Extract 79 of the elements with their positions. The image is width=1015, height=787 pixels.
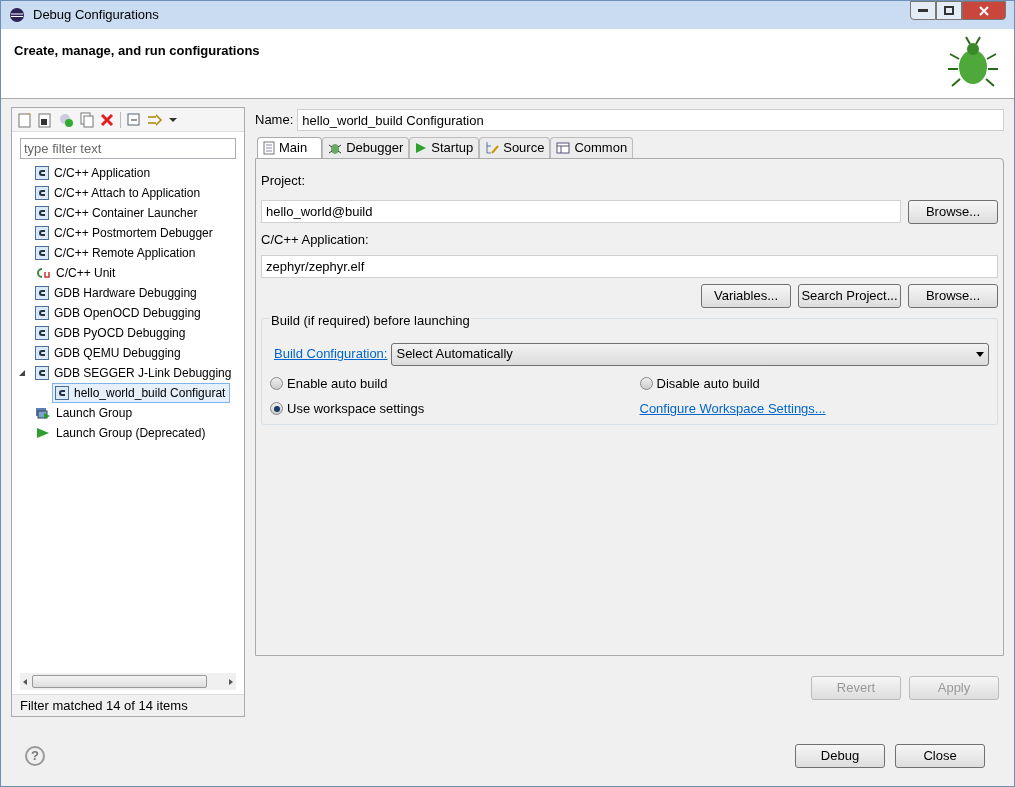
c-file-icon — [35, 306, 49, 320]
tree-item[interactable]: Launch Group — [32, 403, 138, 423]
minimize-button[interactable] — [910, 1, 936, 20]
radio-button[interactable] — [270, 376, 283, 390]
tree-item[interactable]: GDB SEGGER J-Link Debugging — [32, 363, 237, 383]
duplicate-icon[interactable] — [80, 111, 94, 128]
tree-item[interactable]: Launch Group (Deprecated) — [32, 423, 211, 443]
dialog-button[interactable]: Close — [895, 744, 985, 768]
collapse-all-icon[interactable] — [127, 112, 141, 127]
source-tree-icon — [485, 141, 500, 155]
configure-workspace-link[interactable]: Configure Workspace Settings... — [639, 401, 826, 416]
eclipse-logo-icon — [9, 7, 25, 23]
application-field[interactable]: zephyr/zephyr.elf — [261, 255, 998, 278]
c-file-icon — [55, 386, 69, 400]
radio-label: Disable auto build — [656, 374, 760, 393]
window-title: Debug Configurations — [33, 6, 159, 25]
c-file-icon — [35, 366, 49, 380]
maximize-icon — [944, 6, 954, 15]
radio-button[interactable] — [639, 376, 653, 390]
help-button[interactable]: ? — [25, 746, 45, 766]
project-label: Project: — [261, 172, 307, 190]
c-file-icon — [35, 286, 49, 300]
maximize-button[interactable] — [936, 1, 962, 20]
unit-test-icon — [35, 266, 51, 280]
tree-item[interactable]: C/C++ Unit — [32, 263, 121, 283]
tree-item[interactable]: GDB Hardware Debugging — [32, 283, 202, 303]
tree-item[interactable]: C/C++ Postmortem Debugger — [32, 223, 218, 243]
launch-group-icon — [35, 406, 51, 420]
delete-icon[interactable] — [100, 112, 114, 127]
action-button[interactable]: Variables... — [701, 284, 791, 308]
filter-icon[interactable] — [147, 112, 163, 127]
tree-item[interactable]: GDB OpenOCD Debugging — [32, 303, 206, 323]
action-button[interactable]: Search Project... — [798, 284, 901, 308]
tab[interactable]: Startup — [409, 137, 480, 158]
name-label: Name: — [255, 111, 294, 130]
dialog-button[interactable]: Debug — [795, 744, 885, 768]
c-file-icon — [35, 166, 49, 180]
document-icon — [263, 141, 275, 155]
tab[interactable]: Debugger — [322, 137, 410, 158]
c-file-icon — [35, 226, 49, 240]
tree-item[interactable]: C/C++ Container Launcher — [32, 203, 203, 223]
radio-label: Enable auto build — [287, 374, 388, 393]
action-button[interactable]: Browse... — [908, 284, 998, 308]
name-field[interactable]: hello_world_build Configuration — [297, 109, 1004, 131]
tree-item[interactable]: C/C++ Application — [32, 163, 156, 183]
build-configuration-dropdown[interactable]: Select Automatically — [391, 342, 989, 366]
build-configuration-link[interactable]: Build Configuration: — [274, 344, 388, 364]
tab[interactable]: Source — [479, 137, 551, 158]
radio-button[interactable] — [270, 402, 283, 416]
header-title: Create, manage, and run configurations — [14, 42, 260, 60]
c-file-icon — [35, 346, 49, 360]
tab[interactable]: Main — [257, 137, 323, 158]
tree-item[interactable]: GDB PyOCD Debugging — [32, 323, 191, 343]
close-icon — [979, 5, 989, 16]
dropdown-caret-icon — [976, 351, 984, 357]
play-icon — [35, 426, 51, 440]
c-file-icon — [35, 186, 49, 200]
browse-button[interactable]: Browse... — [908, 199, 998, 224]
minimize-icon — [918, 8, 928, 13]
filter-status-text: Filter matched 14 of 14 items — [20, 696, 188, 715]
tree-item[interactable]: GDB QEMU Debugging — [32, 343, 186, 363]
c-file-icon — [35, 246, 49, 260]
tab[interactable]: Common — [550, 137, 634, 158]
play-icon — [415, 141, 428, 155]
filter-field[interactable]: type filter text — [20, 138, 236, 159]
tree-item[interactable]: hello_world_build Configurat — [52, 383, 231, 403]
table-icon — [556, 141, 571, 155]
c-file-icon — [35, 326, 49, 340]
radio-label: Use workspace settings — [287, 400, 425, 418]
horizontal-scrollbar[interactable] — [20, 673, 236, 690]
c-file-icon — [35, 206, 49, 220]
dropdown-caret-icon[interactable] — [169, 116, 177, 123]
application-label: C/C++ Application: — [261, 230, 370, 249]
tree-item[interactable]: C/C++ Attach to Application — [32, 183, 206, 203]
close-button[interactable] — [962, 1, 1006, 20]
expanded-arrow-icon[interactable] — [18, 369, 26, 377]
project-field[interactable]: hello_world@build — [261, 200, 901, 223]
bug-icon — [328, 141, 343, 155]
tree-item[interactable]: C/C++ Remote Application — [32, 243, 201, 263]
